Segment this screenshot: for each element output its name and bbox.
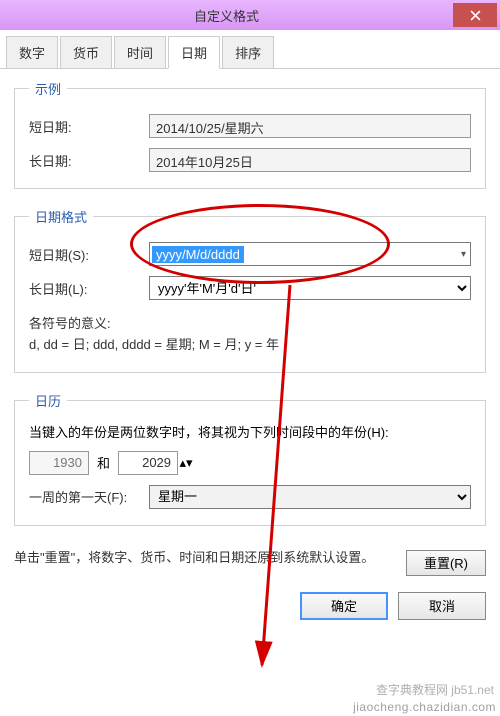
year-to-input[interactable] [118, 451, 178, 475]
spinner-icon[interactable]: ▴▾ [178, 455, 194, 471]
firstday-label: 一周的第一天(F): [29, 487, 149, 506]
tab-bar: 数字 货币 时间 日期 排序 [0, 30, 500, 69]
close-button[interactable] [453, 3, 497, 27]
year-and-label: 和 [97, 453, 110, 472]
tab-currency[interactable]: 货币 [60, 36, 112, 68]
long-date-format-label: 长日期(L): [29, 279, 149, 298]
long-date-format-select[interactable]: yyyy'年'M'月'd'日' [149, 276, 471, 300]
reset-button[interactable]: 重置(R) [406, 550, 486, 576]
reset-text: 单击"重置"，将数字、货币、时间和日期还原到系统默认设置。 [14, 548, 406, 568]
two-digit-year-label: 当键入的年份是两位数字时，将其视为下列时间段中的年份(H): [29, 422, 471, 441]
calendar-legend: 日历 [29, 391, 67, 410]
firstday-select[interactable]: 星期一 [149, 485, 471, 509]
example-legend: 示例 [29, 79, 67, 98]
long-date-example-label: 长日期: [29, 151, 149, 170]
watermark-2: 查字典教程网 jb51.net [376, 681, 494, 698]
calendar-group: 日历 当键入的年份是两位数字时，将其视为下列时间段中的年份(H): 和 ▴▾ 一… [14, 391, 486, 526]
tab-date[interactable]: 日期 [168, 36, 220, 69]
close-icon [470, 10, 481, 21]
short-date-format-label: 短日期(S): [29, 245, 149, 264]
short-date-format-select[interactable]: yyyy/M/d/dddd▾ [149, 242, 471, 266]
tab-time[interactable]: 时间 [114, 36, 166, 68]
tab-sort[interactable]: 排序 [222, 36, 274, 68]
ok-button[interactable]: 确定 [300, 592, 388, 620]
format-group: 日期格式 短日期(S): yyyy/M/d/dddd▾ 长日期(L): yyyy… [14, 207, 486, 373]
cancel-button[interactable]: 取消 [398, 592, 486, 620]
watermark-1: jiaocheng.chazidian.com [353, 700, 496, 714]
long-date-example-value: 2014年10月25日 [149, 148, 471, 172]
chevron-down-icon: ▾ [461, 249, 466, 260]
short-date-example-label: 短日期: [29, 117, 149, 136]
format-legend: 日期格式 [29, 207, 93, 226]
window-title: 自定义格式 [0, 6, 453, 25]
short-date-example-value: 2014/10/25/星期六 [149, 114, 471, 138]
tab-number[interactable]: 数字 [6, 36, 58, 68]
meaning-text: d, dd = 日; ddd, dddd = 星期; M = 月; y = 年 [29, 335, 471, 356]
example-group: 示例 短日期: 2014/10/25/星期六 长日期: 2014年10月25日 [14, 79, 486, 189]
meaning-title: 各符号的意义: [29, 314, 471, 335]
year-from-input [29, 451, 89, 475]
